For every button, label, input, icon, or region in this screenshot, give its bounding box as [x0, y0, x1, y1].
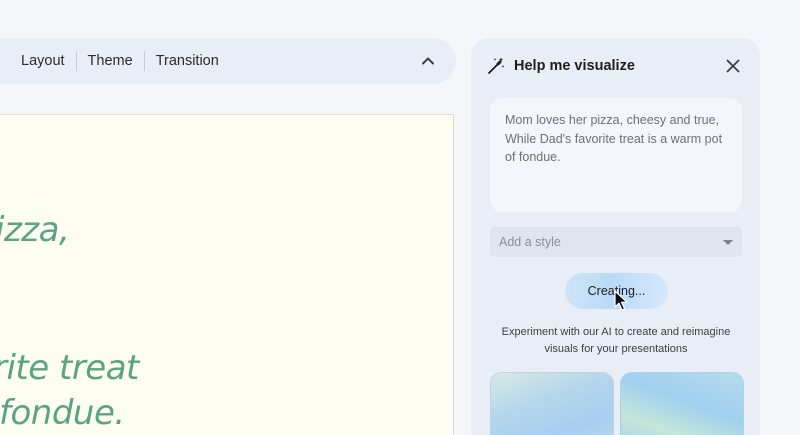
mouse-cursor-icon [614, 290, 628, 311]
experiment-description: Experiment with our AI to create and rei… [501, 326, 731, 355]
theme-button[interactable]: Theme [77, 53, 144, 69]
prompt-textarea[interactable]: Mom loves her pizza, cheesy and true, Wh… [490, 98, 742, 212]
style-dropdown[interactable]: Add a style [490, 227, 742, 257]
close-icon[interactable] [725, 58, 741, 74]
slide-canvas[interactable]: izza, rite treat fondue. [0, 114, 454, 435]
slides-toolbar: Layout Theme Transition [0, 38, 456, 84]
help-me-visualize-panel: Help me visualize Mom loves her pizza, c… [471, 38, 760, 435]
generated-image-thumbnail[interactable] [490, 372, 614, 435]
panel-title: Help me visualize [514, 58, 635, 74]
slide-text-line[interactable]: fondue. [0, 393, 125, 433]
slide-text-line[interactable]: izza, [0, 210, 70, 250]
caret-down-icon [723, 239, 733, 245]
slide-text-line[interactable]: rite treat [0, 348, 139, 388]
chevron-up-icon[interactable] [418, 51, 438, 71]
generated-image-thumbnail[interactable] [620, 372, 744, 435]
transition-button[interactable]: Transition [145, 53, 230, 69]
magic-wand-icon [488, 57, 505, 74]
layout-button[interactable]: Layout [10, 53, 76, 69]
style-dropdown-placeholder: Add a style [499, 235, 561, 249]
